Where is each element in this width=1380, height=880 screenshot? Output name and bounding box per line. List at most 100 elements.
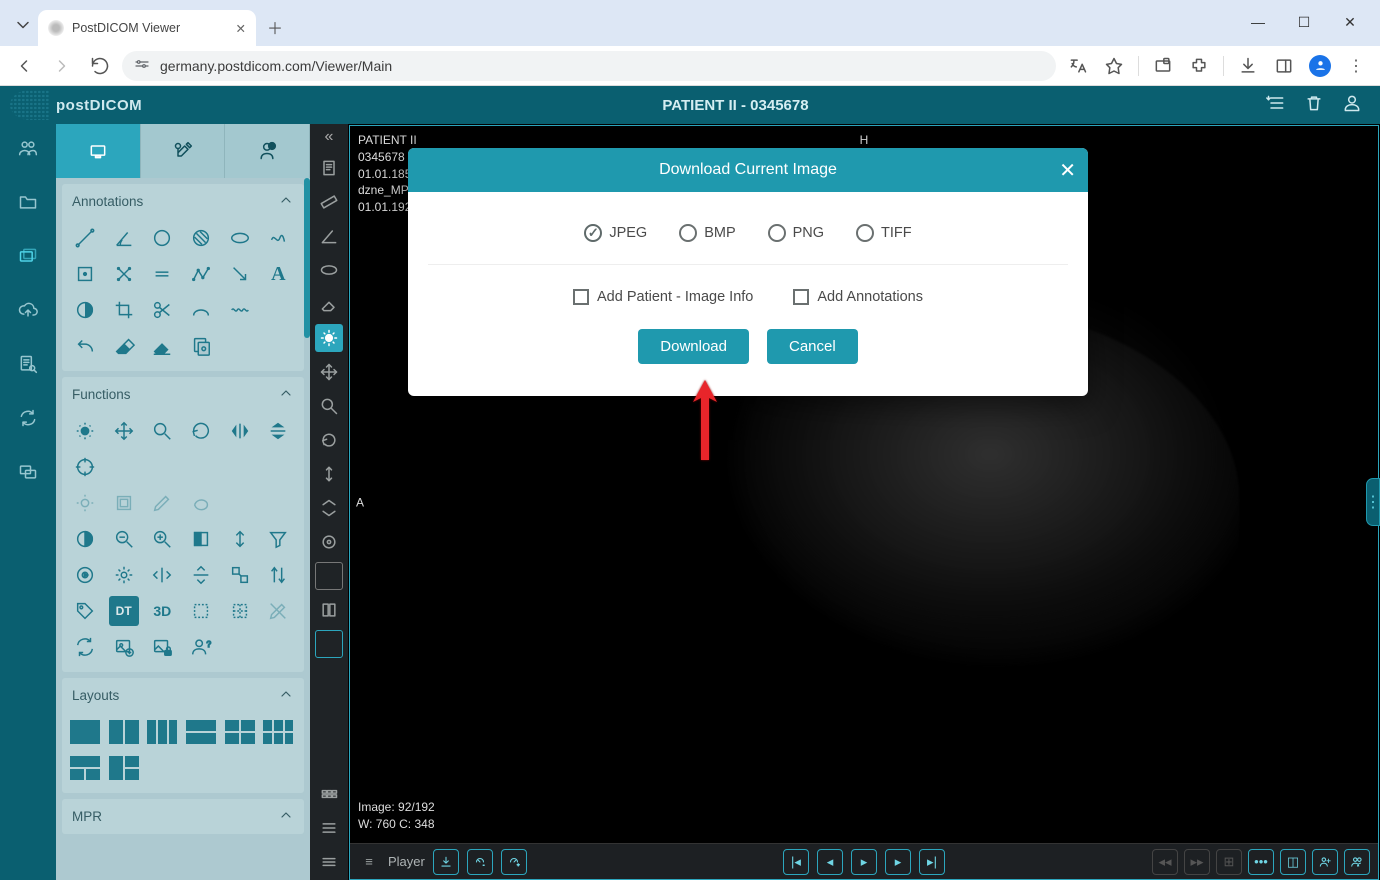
tool-ellipse-icon[interactable]	[225, 223, 255, 253]
func-contrast-icon[interactable]	[70, 524, 100, 554]
reload-button[interactable]	[84, 50, 116, 82]
radio-png[interactable]: PNG	[768, 224, 824, 242]
func-tag-icon[interactable]	[70, 596, 100, 626]
func-stretch-v-icon[interactable]	[186, 560, 216, 590]
layout-1x1[interactable]	[70, 717, 100, 747]
section-header-annotations[interactable]: Annotations	[62, 184, 304, 219]
func-image-lock-icon[interactable]	[147, 632, 177, 662]
func-link-icon[interactable]	[225, 560, 255, 590]
nav-folder-icon[interactable]	[12, 186, 44, 218]
tool-undo-icon[interactable]	[70, 331, 100, 361]
panel-tab-info[interactable]: i	[225, 124, 310, 178]
nav-sync-icon[interactable]	[12, 402, 44, 434]
layout-2x3[interactable]	[263, 717, 293, 747]
section-header-mpr[interactable]: MPR	[62, 799, 304, 834]
radio-bmp[interactable]: BMP	[679, 224, 735, 242]
tool-point-icon[interactable]	[70, 259, 100, 289]
func-3d-icon[interactable]: 3D	[147, 596, 177, 626]
rail-doc-icon[interactable]	[315, 154, 343, 182]
func-brightness-dim-icon[interactable]	[70, 488, 100, 518]
tool-scissors-icon[interactable]	[147, 295, 177, 325]
download-button[interactable]: Download	[638, 329, 749, 364]
rail-window2-icon[interactable]	[315, 630, 343, 658]
close-window-button[interactable]: ✕	[1328, 8, 1372, 36]
modal-close-icon[interactable]: ✕	[1059, 158, 1076, 183]
func-pencil-icon[interactable]	[147, 488, 177, 518]
rail-grid-3-icon[interactable]	[315, 780, 343, 808]
player-users-icon[interactable]	[1344, 849, 1370, 875]
radio-tiff[interactable]: TIFF	[856, 224, 912, 242]
func-zoom-out-icon[interactable]	[109, 524, 139, 554]
player-speed-up-icon[interactable]: +	[501, 849, 527, 875]
func-flip-h-icon[interactable]	[225, 416, 255, 446]
layout-2x1[interactable]	[186, 717, 216, 747]
rail-list-icon[interactable]	[315, 814, 343, 842]
section-header-layouts[interactable]: Layouts	[62, 678, 304, 713]
tool-angle-icon[interactable]	[109, 223, 139, 253]
func-zoom-in-icon[interactable]	[147, 524, 177, 554]
func-refresh-icon[interactable]	[70, 632, 100, 662]
tool-text-icon[interactable]: A	[263, 259, 293, 289]
nav-patients-icon[interactable]	[12, 132, 44, 164]
tool-contrast-circle-icon[interactable]	[70, 295, 100, 325]
rail-window-icon[interactable]	[315, 562, 343, 590]
func-gear-play-icon[interactable]	[70, 560, 100, 590]
func-zoom-icon[interactable]	[147, 416, 177, 446]
nav-screens-icon[interactable]	[12, 456, 44, 488]
player-last-icon[interactable]: ▸|	[919, 849, 945, 875]
sort-icon[interactable]	[1266, 93, 1286, 117]
player-forward-icon[interactable]: ▸▸	[1184, 849, 1210, 875]
layout-t-left[interactable]	[109, 753, 139, 783]
player-speed-down-icon[interactable]: -	[467, 849, 493, 875]
func-updown-icon[interactable]	[225, 524, 255, 554]
cancel-button[interactable]: Cancel	[767, 329, 858, 364]
forward-button[interactable]	[46, 50, 78, 82]
player-download-icon[interactable]	[433, 849, 459, 875]
rail-ruler-icon[interactable]	[315, 188, 343, 216]
rail-split-v-icon[interactable]	[315, 596, 343, 624]
player-user-add-icon[interactable]	[1312, 849, 1338, 875]
layout-t-top[interactable]	[70, 753, 100, 783]
new-tab-button[interactable]: ＋	[260, 12, 290, 42]
func-gear-icon[interactable]	[109, 560, 139, 590]
func-lasso-icon[interactable]	[186, 488, 216, 518]
tool-arrow-icon[interactable]	[225, 259, 255, 289]
func-target-icon[interactable]	[70, 452, 100, 482]
func-funnel-icon[interactable]	[263, 524, 293, 554]
checkbox-patient-info[interactable]: Add Patient - Image Info	[573, 289, 753, 305]
tool-cross-icon[interactable]	[109, 259, 139, 289]
panel-tab-view[interactable]	[56, 124, 141, 178]
section-header-functions[interactable]: Functions	[62, 377, 304, 412]
rail-flip-v-icon[interactable]	[315, 494, 343, 522]
rail-eraser-icon[interactable]	[315, 290, 343, 318]
tool-copy-settings-icon[interactable]	[186, 331, 216, 361]
rail-move-icon[interactable]	[315, 358, 343, 386]
rail-gear-icon[interactable]	[315, 528, 343, 556]
func-bbox-icon[interactable]	[186, 596, 216, 626]
rail-brightness-icon[interactable]	[315, 324, 343, 352]
func-bbox2-icon[interactable]	[225, 596, 255, 626]
nav-upload-icon[interactable]	[12, 294, 44, 326]
func-person-q-icon[interactable]: ?	[186, 632, 216, 662]
player-next-icon[interactable]: ▸	[885, 849, 911, 875]
downloads-icon[interactable]	[1232, 50, 1264, 82]
tool-curve-icon[interactable]	[186, 295, 216, 325]
tool-crop-icon[interactable]	[109, 295, 139, 325]
rail-rotate-icon[interactable]	[315, 426, 343, 454]
tool-parallel-icon[interactable]	[147, 259, 177, 289]
func-image-plus-icon[interactable]	[109, 632, 139, 662]
tool-wave-icon[interactable]	[225, 295, 255, 325]
user-icon[interactable]	[1342, 93, 1362, 117]
layout-2x2[interactable]	[225, 717, 255, 747]
right-drawer-handle[interactable]: ⋮	[1366, 478, 1380, 526]
tab-search-dropdown[interactable]	[8, 10, 38, 40]
chrome-menu-icon[interactable]: ⋮	[1340, 50, 1372, 82]
player-menu-icon[interactable]: ≡	[358, 854, 380, 869]
func-stretch-h-icon[interactable]	[147, 560, 177, 590]
tool-eraser-line-icon[interactable]	[147, 331, 177, 361]
tool-line-icon[interactable]	[70, 223, 100, 253]
func-dt-icon[interactable]: DT	[109, 596, 139, 626]
tool-circle-icon[interactable]	[147, 223, 177, 253]
collapse-rail-icon[interactable]: «	[315, 128, 343, 146]
radio-jpeg[interactable]: JPEG	[584, 224, 647, 242]
